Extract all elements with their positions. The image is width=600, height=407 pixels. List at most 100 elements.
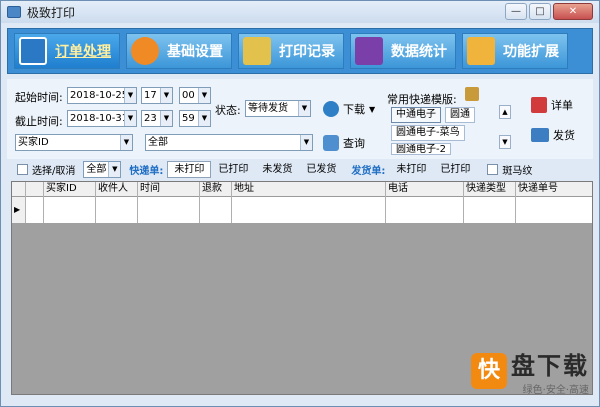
chevron-down-icon: ▼	[108, 161, 121, 177]
watermark-text: 盘下载 绿色·安全·高速	[511, 346, 589, 396]
tab-basic-settings[interactable]: 基础设置	[126, 33, 232, 69]
start-hour-select[interactable]: 17 ▼	[141, 87, 173, 104]
minimize-icon[interactable]: —	[505, 3, 527, 20]
end-minute-value: 59	[182, 113, 195, 124]
column-header[interactable]: 收件人	[96, 182, 138, 197]
start-minute-select[interactable]: 00 ▼	[179, 87, 211, 104]
column-header[interactable]: 退款	[200, 182, 232, 197]
table-cell[interactable]	[516, 197, 592, 223]
table-cell[interactable]	[26, 197, 44, 223]
express-printed[interactable]: 已打印	[211, 161, 255, 178]
template-zto-electronic[interactable]: 中通电子	[391, 107, 441, 123]
table-cell[interactable]	[44, 197, 96, 223]
checkbox-column-header[interactable]	[26, 182, 44, 197]
table-header: 买家ID 收件人 时间 退款 地址 电话 快递类型 快递单号	[12, 182, 592, 197]
scope-select[interactable]: 全部 ▼	[83, 160, 122, 178]
column-header[interactable]: 买家ID	[44, 182, 96, 197]
table-row[interactable]: ▶	[12, 197, 592, 223]
column-header[interactable]: 电话	[386, 182, 464, 197]
delivery-printed[interactable]: 已打印	[433, 161, 477, 178]
watermark-mark: 快	[471, 353, 507, 389]
delivery-unprinted[interactable]: 未打印	[389, 161, 433, 178]
template-scroll-down[interactable]: ▼	[499, 135, 511, 149]
select-all-label: 选择/取消	[32, 165, 76, 177]
template-scroll-up[interactable]: ▲	[499, 105, 511, 119]
template-label: 圆通电子-2	[396, 144, 446, 155]
chevron-down-icon: ▼	[198, 111, 210, 126]
start-time-label: 起始时间:	[15, 91, 63, 104]
window-title: 极致打印	[27, 5, 76, 20]
table-cell[interactable]	[138, 197, 200, 223]
chevron-down-icon: ▼	[124, 88, 136, 103]
title-bar: 极致打印 — □ ✕	[1, 1, 599, 23]
chevron-down-icon: ▼	[160, 111, 172, 126]
detail-icon	[531, 97, 547, 113]
close-icon[interactable]: ✕	[553, 3, 593, 20]
table-cell[interactable]	[96, 197, 138, 223]
main-nav: 订单处理 基础设置 打印记录 数据统计 功能扩展	[7, 28, 593, 74]
print-record-icon	[243, 37, 271, 65]
end-hour-select[interactable]: 23 ▼	[141, 110, 173, 127]
tab-order-processing[interactable]: 订单处理	[14, 33, 120, 69]
chevron-down-icon: ▼	[300, 135, 312, 150]
edit-template-icon[interactable]	[465, 87, 479, 101]
zebra-label: 斑马纹	[502, 165, 533, 177]
tab-data-statistics[interactable]: 数据统计	[350, 33, 456, 69]
extension-icon	[467, 37, 495, 65]
express-unshipped[interactable]: 未发货	[255, 161, 299, 178]
chevron-down-icon: ▼	[298, 101, 310, 116]
table-cell[interactable]	[200, 197, 232, 223]
query-button[interactable]: 查询	[323, 135, 365, 151]
chevron-down-icon: ▼	[160, 88, 172, 103]
download-button[interactable]: 下载 ▼	[323, 101, 375, 117]
buyer-value-value: 全部	[148, 137, 168, 148]
watermark-title: 盘下载	[511, 352, 589, 380]
watermark-logo: 快 盘下载 绿色·安全·高速	[471, 346, 589, 396]
zebra-checkbox[interactable]	[487, 163, 499, 175]
status-label: 状态:	[215, 104, 241, 117]
truck-icon	[531, 128, 549, 142]
maximize-icon[interactable]: □	[529, 3, 551, 20]
query-label: 查询	[343, 137, 365, 150]
template-label: 圆通	[450, 109, 470, 120]
watermark-slogan: 绿色·安全·高速	[522, 385, 589, 396]
end-time-label: 截止时间:	[15, 115, 63, 128]
express-unprinted[interactable]: 未打印	[167, 160, 212, 178]
select-all-checkbox[interactable]	[17, 163, 28, 175]
tab-extensions[interactable]: 功能扩展	[462, 33, 568, 69]
ship-button[interactable]: 发货	[531, 127, 575, 143]
buyer-field-select[interactable]: 买家ID ▼	[15, 134, 133, 151]
table-cell[interactable]	[464, 197, 516, 223]
end-minute-select[interactable]: 59 ▼	[179, 110, 211, 127]
column-header[interactable]: 地址	[232, 182, 386, 197]
window-controls: — □ ✕	[503, 3, 593, 20]
chevron-down-icon: ▼	[198, 88, 210, 103]
tab-print-records[interactable]: 打印记录	[238, 33, 344, 69]
table-cell[interactable]	[386, 197, 464, 223]
express-filter-label: 快递单:	[129, 165, 164, 177]
start-date-picker[interactable]: 2018-10-25 ▼	[67, 87, 137, 104]
detail-button[interactable]: 详单	[531, 97, 573, 113]
row-header-corner	[12, 182, 26, 197]
express-shipped[interactable]: 已发货	[299, 161, 343, 178]
status-select[interactable]: 等待发货 ▼	[245, 100, 311, 117]
table-cell[interactable]	[232, 197, 386, 223]
template-yto[interactable]: 圆通	[445, 107, 475, 123]
ship-label: 发货	[553, 129, 575, 142]
buyer-value-select[interactable]: 全部 ▼	[145, 134, 313, 151]
end-hour-value: 23	[144, 113, 157, 124]
template-yto-cainiao[interactable]: 圆通电子-菜鸟	[391, 125, 465, 141]
start-date-value: 2018-10-25	[70, 90, 129, 101]
end-date-picker[interactable]: 2018-10-31 ▼	[67, 110, 137, 127]
download-label: 下载	[343, 103, 365, 116]
template-yto-electronic-2[interactable]: 圆通电子-2	[391, 143, 451, 155]
tab-label: 订单处理	[55, 44, 111, 60]
start-hour-value: 17	[144, 90, 157, 101]
column-header[interactable]: 快递单号	[516, 182, 592, 197]
chart-icon	[355, 37, 383, 65]
start-minute-value: 00	[182, 90, 195, 101]
tab-label: 数据统计	[391, 44, 447, 60]
column-header[interactable]: 快递类型	[464, 182, 516, 197]
column-header[interactable]: 时间	[138, 182, 200, 197]
order-icon	[19, 37, 47, 65]
